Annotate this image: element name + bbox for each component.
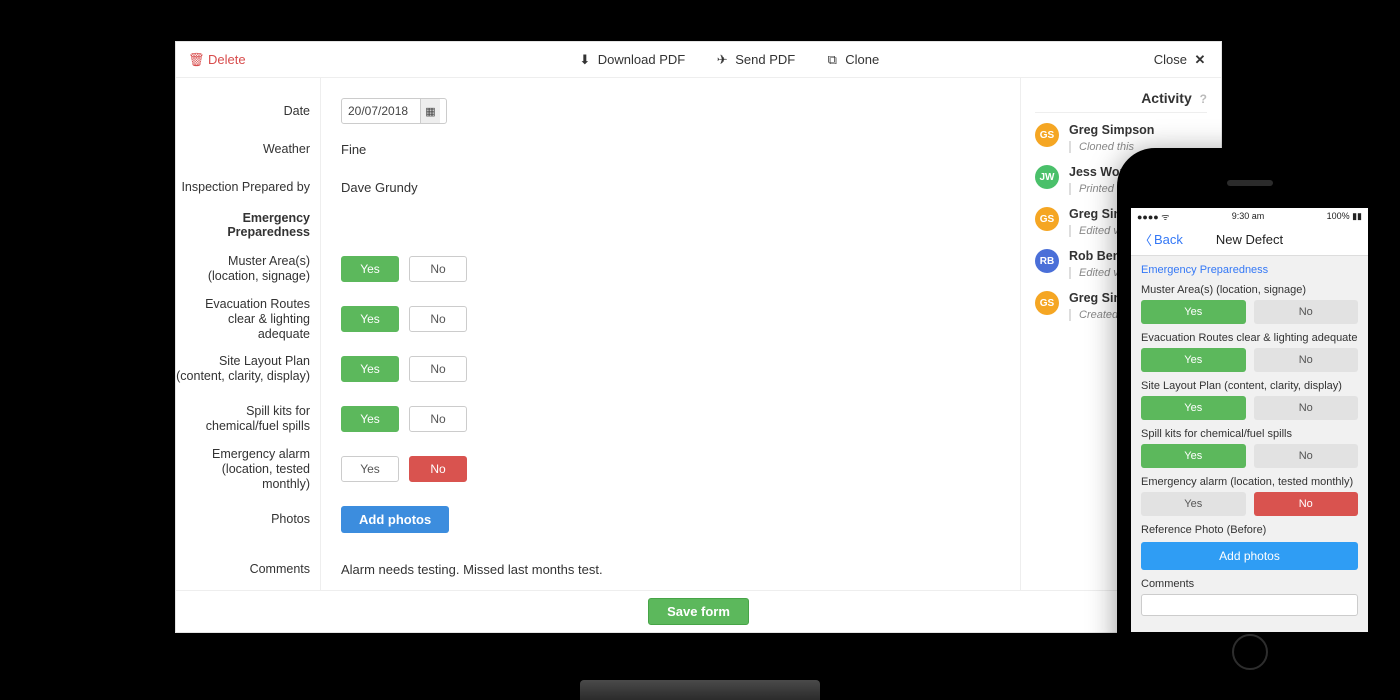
phone-q-refphoto: Reference Photo (Before) xyxy=(1141,524,1358,536)
phone-layout-no[interactable]: No xyxy=(1254,396,1359,420)
layout-yes-button[interactable]: Yes xyxy=(341,356,399,382)
send-pdf-label: Send PDF xyxy=(735,52,795,67)
phone-mockup: ●●●● ᯤ 9:30 am 100% ▮▮ 〈 Back New Defect… xyxy=(1117,148,1382,680)
add-photos-button[interactable]: Add photos xyxy=(341,506,449,533)
phone-spill-yes[interactable]: Yes xyxy=(1141,444,1246,468)
comments-value: Alarm needs testing. Missed last months … xyxy=(341,562,603,577)
phone-screen: ●●●● ᯤ 9:30 am 100% ▮▮ 〈 Back New Defect… xyxy=(1131,208,1368,632)
label-alarm: Emergency alarm (location, tested monthl… xyxy=(176,444,310,494)
clone-icon: ⧉ xyxy=(825,52,839,68)
download-icon: ⬇ xyxy=(578,52,592,68)
phone-evac-no[interactable]: No xyxy=(1254,348,1359,372)
phone-title: New Defect xyxy=(1216,232,1283,247)
label-muster: Muster Area(s) (location, signage) xyxy=(176,244,310,294)
send-icon: ✈ xyxy=(715,52,729,68)
phone-q-muster: Muster Area(s) (location, signage) xyxy=(1141,284,1358,296)
phone-comments-input[interactable] xyxy=(1141,594,1358,616)
download-pdf-button[interactable]: ⬇ Download PDF xyxy=(578,52,685,68)
phone-evac-yes[interactable]: Yes xyxy=(1141,348,1246,372)
spill-no-button[interactable]: No xyxy=(409,406,467,432)
save-bar: Save form xyxy=(176,590,1221,632)
evac-no-button[interactable]: No xyxy=(409,306,467,332)
close-label: Close xyxy=(1154,52,1187,67)
activity-user: Greg Simpson xyxy=(1069,123,1154,137)
form-labels-column: Date Weather Inspection Prepared by Emer… xyxy=(176,78,321,590)
phone-section: Emergency Preparedness xyxy=(1141,264,1358,276)
clone-button[interactable]: ⧉ Clone xyxy=(825,52,879,68)
phone-muster-yes[interactable]: Yes xyxy=(1141,300,1246,324)
save-form-button[interactable]: Save form xyxy=(648,598,749,625)
trash-icon: 🗑 xyxy=(188,52,202,68)
avatar: RB xyxy=(1035,249,1059,273)
delete-label: Delete xyxy=(208,52,246,67)
label-spill: Spill kits for chemical/fuel spills xyxy=(176,394,310,444)
signal-icon: ●●●● ᯤ xyxy=(1137,210,1169,223)
phone-alarm-yes[interactable]: Yes xyxy=(1141,492,1246,516)
delete-button[interactable]: 🗑 Delete xyxy=(188,52,246,68)
phone-q-alarm: Emergency alarm (location, tested monthl… xyxy=(1141,476,1358,488)
phone-speaker xyxy=(1227,180,1273,186)
app-window: 🗑 Delete ⬇ Download PDF ✈ Send PDF ⧉ Clo… xyxy=(175,41,1222,633)
label-weather: Weather xyxy=(176,130,310,168)
activity-title: Activity ? xyxy=(1035,90,1207,113)
weather-value: Fine xyxy=(341,142,366,157)
phone-back-button[interactable]: 〈 Back xyxy=(1139,230,1183,249)
help-icon[interactable]: ? xyxy=(1200,92,1207,106)
avatar: GS xyxy=(1035,123,1059,147)
download-pdf-label: Download PDF xyxy=(598,52,685,67)
send-pdf-button[interactable]: ✈ Send PDF xyxy=(715,52,795,68)
status-time: 9:30 am xyxy=(1232,211,1265,221)
clone-label: Clone xyxy=(845,52,879,67)
label-prepared-by: Inspection Prepared by xyxy=(176,168,310,206)
prepared-by-value: Dave Grundy xyxy=(341,180,418,195)
label-date: Date xyxy=(176,92,310,130)
avatar: GS xyxy=(1035,207,1059,231)
phone-spill-no[interactable]: No xyxy=(1254,444,1359,468)
form-fields-column: 20/07/2018 ▦ Fine Dave Grundy Yes No Yes… xyxy=(321,78,1020,590)
phone-alarm-no[interactable]: No xyxy=(1254,492,1359,516)
label-layout: Site Layout Plan (content, clarity, disp… xyxy=(176,344,310,394)
alarm-no-button[interactable]: No xyxy=(409,456,467,482)
date-value: 20/07/2018 xyxy=(348,104,408,118)
activity-title-text: Activity xyxy=(1141,90,1192,106)
form-area: Date Weather Inspection Prepared by Emer… xyxy=(176,78,1021,590)
label-photos: Photos xyxy=(176,494,310,544)
phone-q-evac: Evacuation Routes clear & lighting adequ… xyxy=(1141,332,1358,344)
label-evac: Evacuation Routes clear & lighting adequ… xyxy=(176,294,310,344)
muster-yes-button[interactable]: Yes xyxy=(341,256,399,282)
avatar: GS xyxy=(1035,291,1059,315)
phone-add-photos-button[interactable]: Add photos xyxy=(1141,542,1358,570)
section-header: Emergency Preparedness xyxy=(176,206,310,244)
spill-yes-button[interactable]: Yes xyxy=(341,406,399,432)
status-battery: 100% ▮▮ xyxy=(1327,211,1362,222)
muster-no-button[interactable]: No xyxy=(409,256,467,282)
date-input[interactable]: 20/07/2018 ▦ xyxy=(341,98,447,124)
label-comments: Comments xyxy=(176,544,310,590)
status-bar: ●●●● ᯤ 9:30 am 100% ▮▮ xyxy=(1131,208,1368,224)
phone-back-label: Back xyxy=(1154,232,1183,247)
avatar: JW xyxy=(1035,165,1059,189)
chevron-left-icon: 〈 xyxy=(1139,230,1152,249)
phone-q-spill: Spill kits for chemical/fuel spills xyxy=(1141,428,1358,440)
toolbar: 🗑 Delete ⬇ Download PDF ✈ Send PDF ⧉ Clo… xyxy=(176,42,1221,78)
phone-muster-no[interactable]: No xyxy=(1254,300,1359,324)
phone-home-button[interactable] xyxy=(1232,634,1268,670)
phone-q-comments: Comments xyxy=(1141,578,1358,590)
calendar-icon: ▦ xyxy=(420,99,440,123)
alarm-yes-button[interactable]: Yes xyxy=(341,456,399,482)
evac-yes-button[interactable]: Yes xyxy=(341,306,399,332)
layout-no-button[interactable]: No xyxy=(409,356,467,382)
phone-q-layout: Site Layout Plan (content, clarity, disp… xyxy=(1141,380,1358,392)
close-icon: ✕ xyxy=(1193,52,1207,68)
monitor-stand xyxy=(580,680,820,700)
phone-nav-bar: 〈 Back New Defect xyxy=(1131,224,1368,256)
close-button[interactable]: Close ✕ xyxy=(1154,52,1207,68)
phone-layout-yes[interactable]: Yes xyxy=(1141,396,1246,420)
